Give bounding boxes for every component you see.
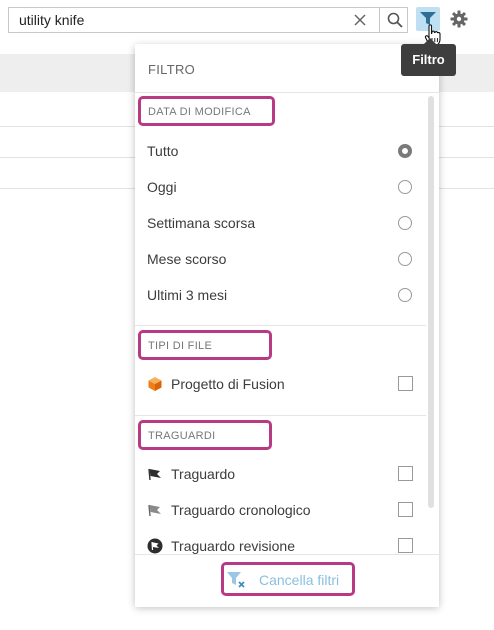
filter-tooltip: Filtro bbox=[401, 38, 456, 76]
radio-button[interactable] bbox=[398, 216, 412, 230]
checkbox-option-timeline-milestone[interactable]: Traguardo cronologico bbox=[147, 498, 415, 522]
radio-option-last-week[interactable]: Settimana scorsa bbox=[147, 211, 415, 235]
option-label: Ultimi 3 mesi bbox=[147, 287, 228, 303]
section-divider bbox=[135, 325, 426, 326]
scrollbar-thumb[interactable] bbox=[428, 96, 434, 508]
section-header-modified-date: DATA DI MODIFICA bbox=[148, 106, 251, 118]
flag-timeline-icon bbox=[148, 504, 161, 517]
option-label: Progetto di Fusion bbox=[171, 376, 285, 392]
search-button[interactable] bbox=[379, 8, 408, 32]
option-label: Tutto bbox=[147, 143, 179, 159]
radio-option-last-month[interactable]: Mese scorso bbox=[147, 247, 415, 271]
section-header-milestones: TRAGUARDI bbox=[148, 430, 216, 442]
panel-divider bbox=[135, 92, 439, 93]
option-label: Traguardo cronologico bbox=[171, 502, 311, 518]
search-icon bbox=[387, 12, 403, 28]
panel-title: FILTRO bbox=[148, 62, 196, 77]
checkbox[interactable] bbox=[398, 376, 413, 391]
search-input[interactable] bbox=[9, 8, 349, 32]
gear-icon[interactable] bbox=[450, 10, 468, 33]
flag-icon bbox=[148, 468, 161, 481]
checkbox[interactable] bbox=[398, 538, 413, 553]
radio-option-last-3-months[interactable]: Ultimi 3 mesi bbox=[147, 283, 415, 307]
close-icon[interactable] bbox=[351, 11, 369, 29]
search-box bbox=[8, 7, 408, 33]
panel-footer: Cancella filtri bbox=[135, 554, 439, 607]
radio-button[interactable] bbox=[398, 144, 412, 158]
option-label: Settimana scorsa bbox=[147, 215, 256, 231]
clear-filter-icon bbox=[227, 572, 245, 588]
checkbox-option-milestone[interactable]: Traguardo bbox=[147, 462, 415, 486]
radio-option-today[interactable]: Oggi bbox=[147, 175, 415, 199]
checkbox-option-fusion-project[interactable]: Progetto di Fusion bbox=[147, 372, 415, 396]
scrollbar[interactable] bbox=[428, 96, 434, 558]
section-header-file-types: TIPI DI FILE bbox=[148, 340, 213, 352]
fusion-cube-icon bbox=[148, 377, 162, 391]
option-label: Traguardo revisione bbox=[171, 538, 295, 554]
checkbox[interactable] bbox=[398, 466, 413, 481]
flag-revision-icon bbox=[147, 538, 163, 554]
section-divider bbox=[135, 415, 426, 416]
checkbox[interactable] bbox=[398, 502, 413, 517]
option-label: Mese scorso bbox=[147, 251, 227, 267]
clear-filters-label: Cancella filtri bbox=[259, 572, 340, 588]
option-label: Oggi bbox=[147, 179, 177, 195]
option-label: Traguardo bbox=[171, 466, 236, 482]
radio-button[interactable] bbox=[398, 180, 412, 194]
radio-button[interactable] bbox=[398, 252, 412, 266]
radio-option-all[interactable]: Tutto bbox=[147, 139, 415, 163]
radio-button[interactable] bbox=[398, 288, 412, 302]
filter-panel: FILTRO DATA DI MODIFICA Tutto Oggi Setti… bbox=[135, 44, 439, 607]
